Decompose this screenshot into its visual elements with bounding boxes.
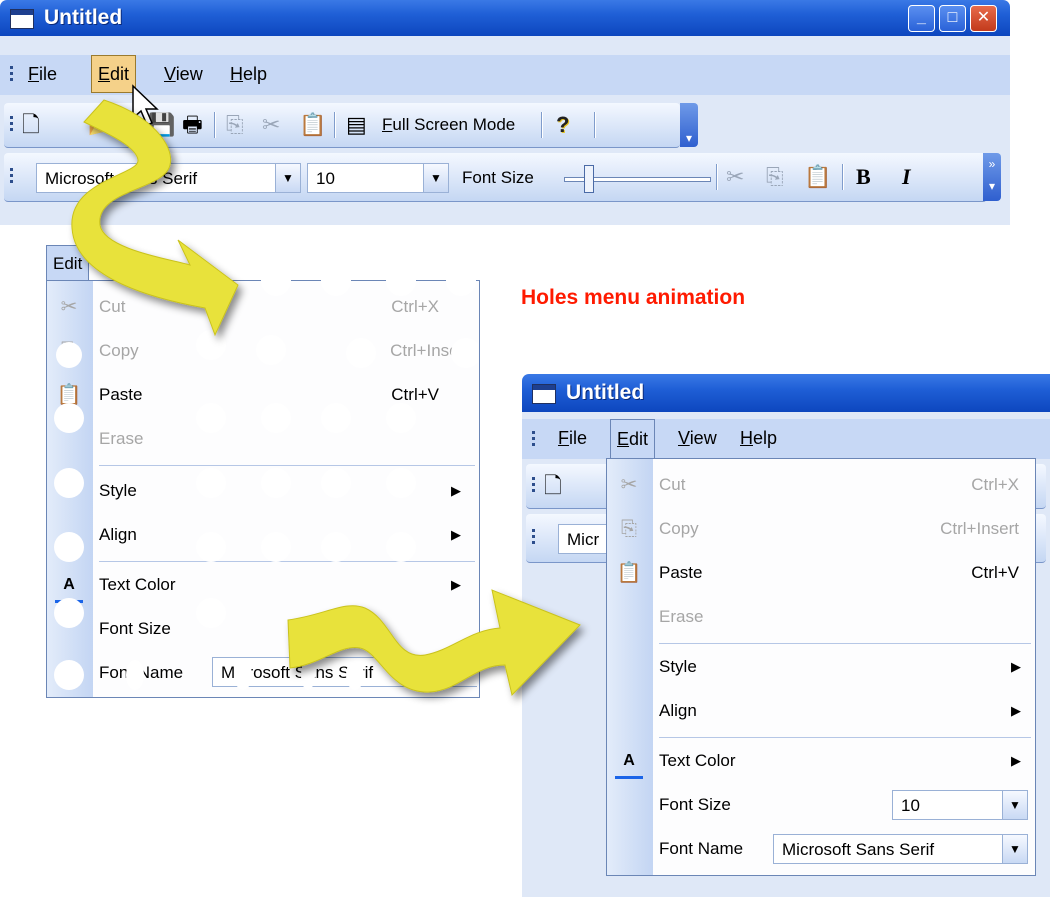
arrow-1-icon xyxy=(71,99,239,337)
arrow-2-icon xyxy=(287,589,581,697)
decorative-arrows xyxy=(71,99,581,697)
